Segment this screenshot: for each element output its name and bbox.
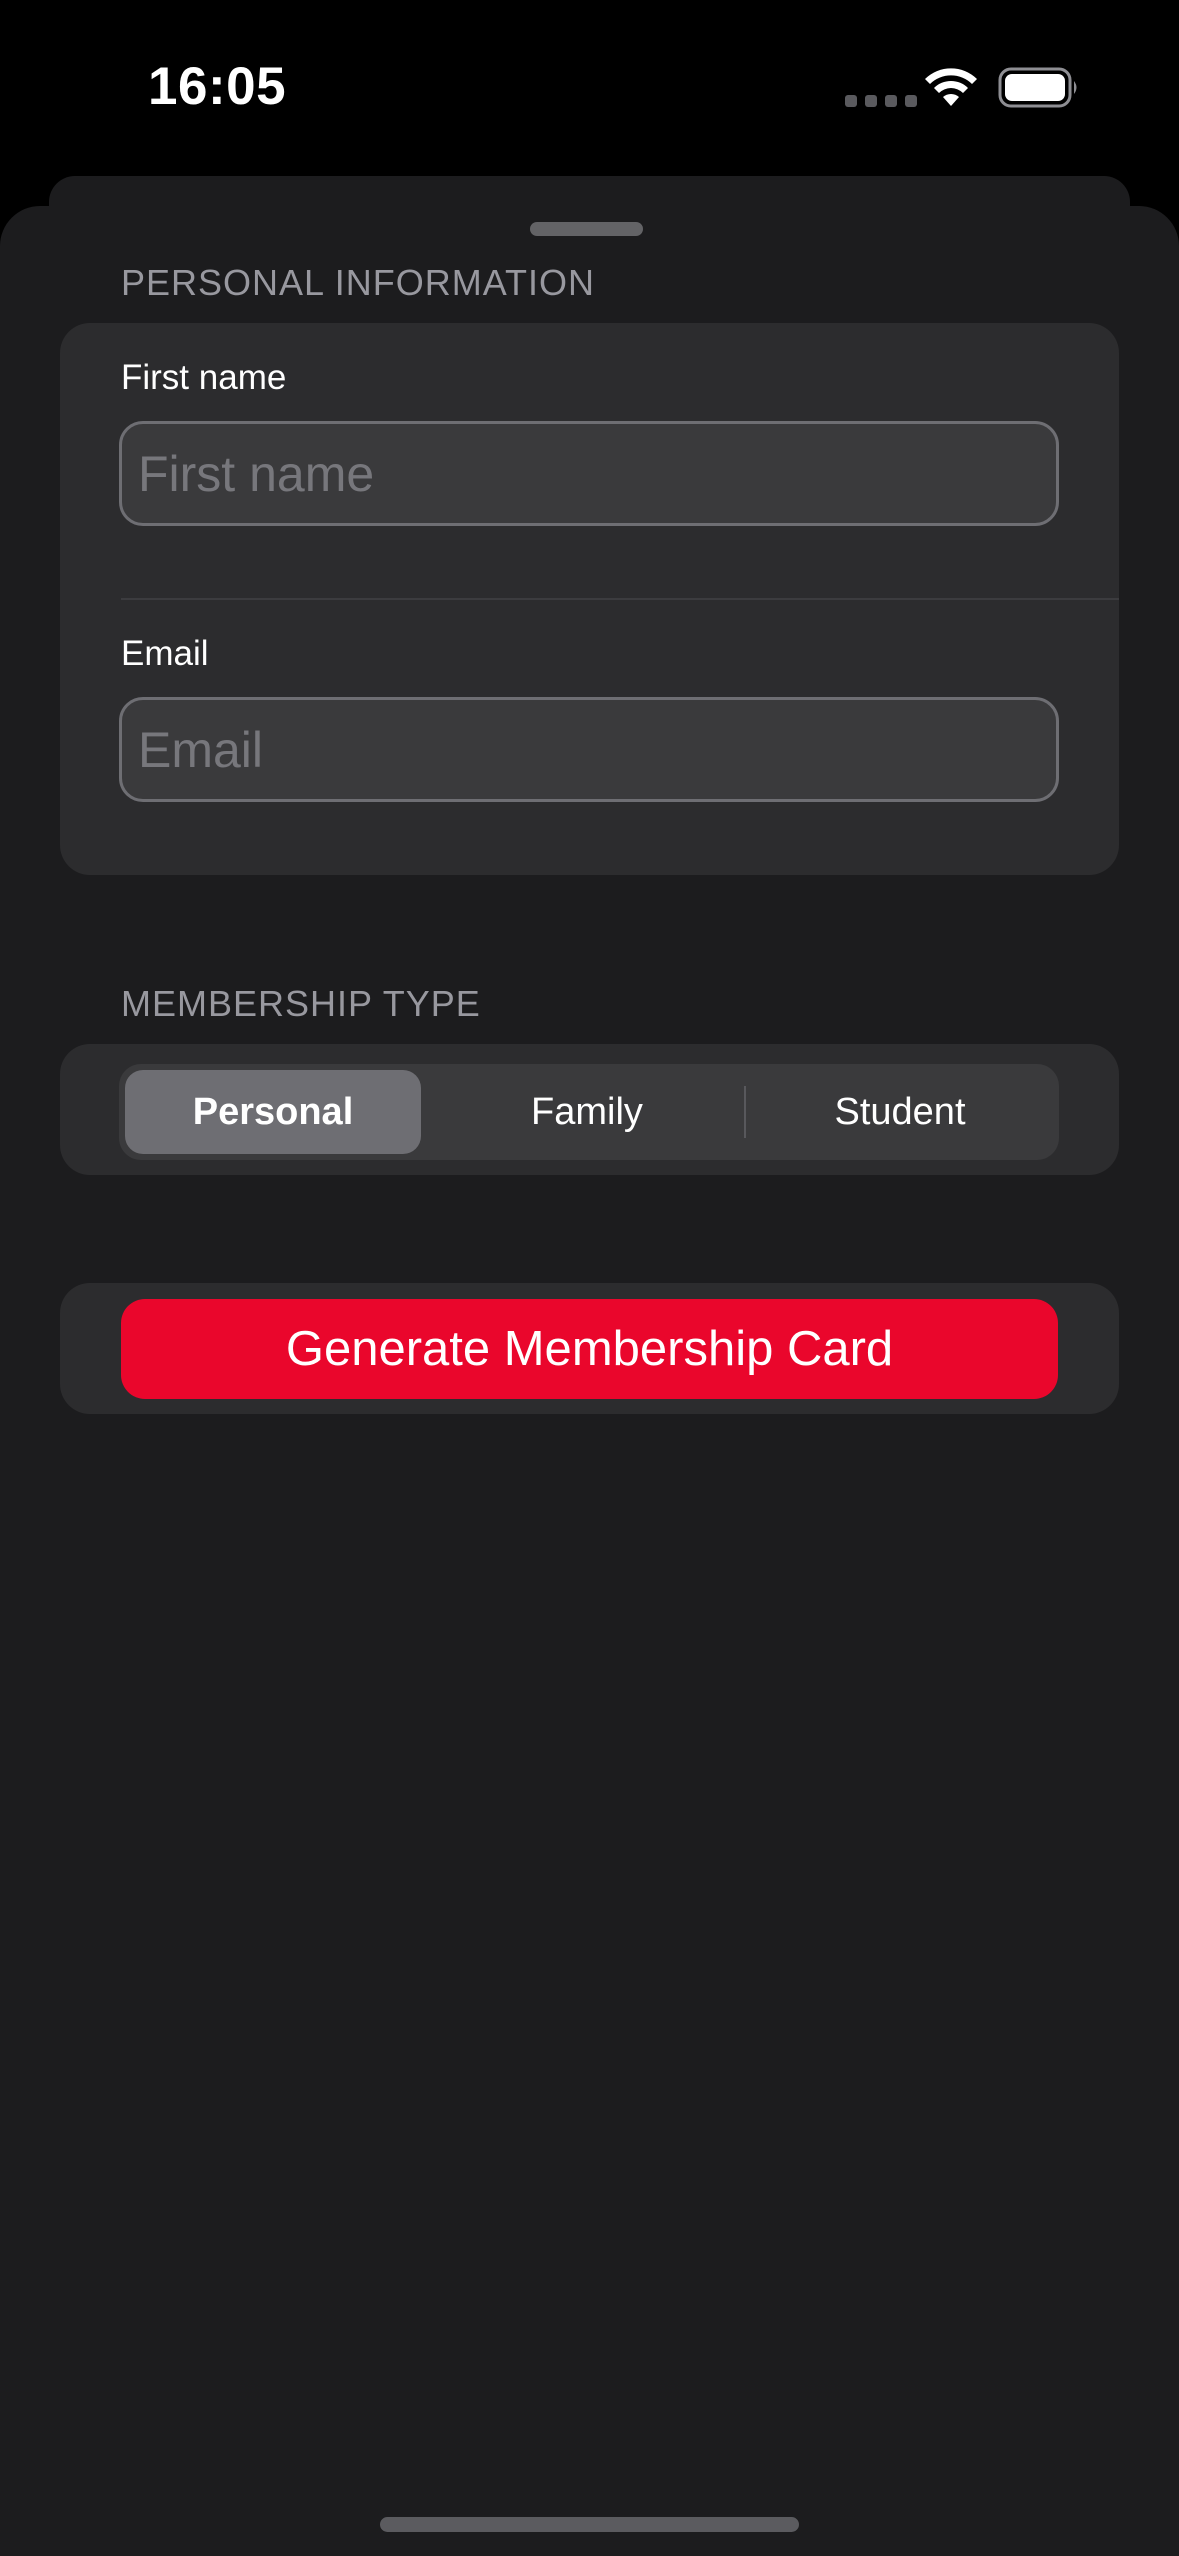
- segment-personal[interactable]: Personal: [125, 1070, 421, 1154]
- segment-divider: [744, 1086, 746, 1138]
- sheet-grabber[interactable]: [530, 222, 643, 236]
- segment-family[interactable]: Family: [439, 1070, 735, 1154]
- home-indicator[interactable]: [380, 2517, 799, 2532]
- membership-type-header: MEMBERSHIP TYPE: [121, 983, 481, 1024]
- email-label: Email: [121, 634, 209, 673]
- segment-student[interactable]: Student: [752, 1070, 1048, 1154]
- status-time: 16:05: [148, 57, 287, 116]
- screen: 16:05 PERSONAL INFORMATION First name Em…: [0, 0, 1179, 2556]
- first-name-field[interactable]: [119, 421, 1059, 526]
- cellular-dots-icon: [845, 95, 917, 107]
- first-name-label: First name: [121, 358, 287, 397]
- field-divider: [121, 598, 1119, 600]
- email-field[interactable]: [119, 697, 1059, 802]
- generate-membership-card-button[interactable]: Generate Membership Card: [121, 1299, 1058, 1399]
- membership-type-segmented-control: Personal Family Student: [119, 1064, 1059, 1160]
- personal-information-header: PERSONAL INFORMATION: [121, 262, 596, 303]
- wifi-icon: [925, 68, 977, 106]
- battery-icon: [998, 67, 1077, 108]
